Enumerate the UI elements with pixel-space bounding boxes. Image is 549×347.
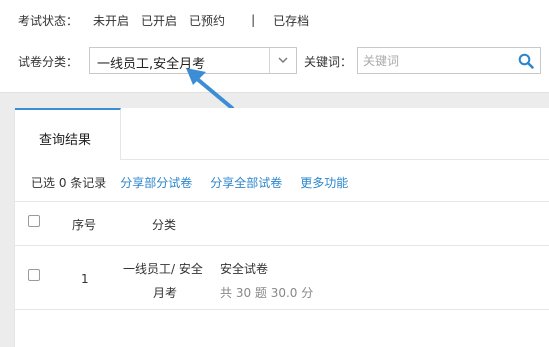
exam-status-label: 考试状态： (18, 13, 79, 28)
select-divider (269, 48, 270, 73)
tab-query-results[interactable]: 查询结果 (15, 108, 121, 160)
column-header-index: 序号 (72, 218, 97, 232)
status-separator: | (251, 13, 256, 27)
row-paper-summary: 共 30 题 30.0 分 (220, 286, 314, 300)
row-index: 1 (81, 272, 89, 286)
select-all-checkbox[interactable] (28, 215, 40, 227)
more-functions-button[interactable]: 更多功能 (300, 174, 348, 191)
selected-count: 已选 0 条记录 (31, 176, 107, 190)
share-partial-button[interactable]: 分享部分试卷 (120, 174, 192, 191)
divider (15, 309, 549, 310)
row-paper-title[interactable]: 安全试卷 (220, 260, 268, 277)
results-panel: 查询结果 已选 0 条记录 分享部分试卷 分享全部试卷 更多功能 序号 分类 1… (14, 108, 549, 347)
filter-panel: 考试状态： 未开启 已开启 已预约 | 已存档 试卷分类： 一线员工,安全月考 … (0, 0, 549, 93)
status-option-started[interactable]: 已开启 (141, 12, 177, 29)
chevron-down-icon[interactable] (277, 54, 289, 66)
keyword-label: 关键词： (304, 55, 353, 69)
tab-query-results-label: 查询结果 (39, 133, 92, 148)
column-header-category: 分类 (152, 218, 177, 232)
row-category-continued: 月考 (153, 286, 178, 300)
share-all-button[interactable]: 分享全部试卷 (210, 174, 282, 191)
exam-status-filter: 考试状态： 未开启 已开启 已预约 | 已存档 (18, 11, 321, 29)
search-icon[interactable] (518, 53, 534, 69)
results-tab-bar: 查询结果 (15, 108, 549, 160)
results-toolbar: 已选 0 条记录 分享部分试卷 分享全部试卷 更多功能 (31, 174, 366, 191)
keyword-input[interactable] (363, 52, 513, 70)
divider (15, 201, 549, 202)
divider (15, 245, 549, 246)
pointer-arrow-icon (186, 68, 234, 110)
row-checkbox[interactable] (28, 269, 40, 281)
status-option-not-started[interactable]: 未开启 (93, 12, 129, 29)
status-option-reserved[interactable]: 已预约 (189, 12, 225, 29)
category-label: 试卷分类： (18, 55, 79, 69)
row-category: 一线员工/ 安全 (123, 262, 203, 276)
keyword-field[interactable] (357, 47, 541, 74)
status-option-archived[interactable]: 已存档 (273, 12, 309, 29)
